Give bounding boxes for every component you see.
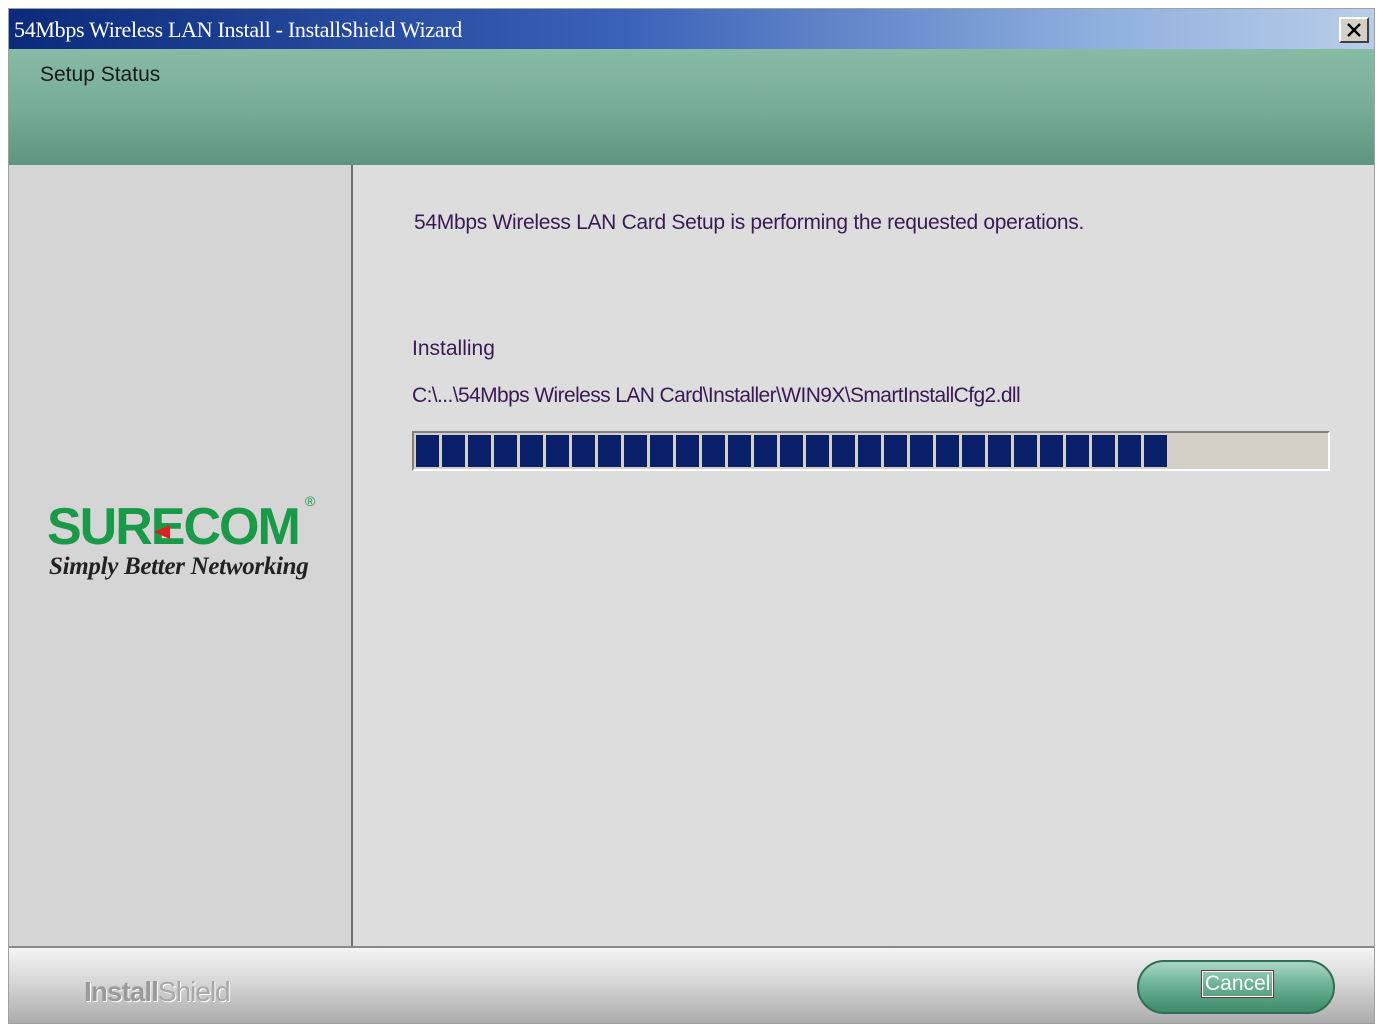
installshield-brand-bold: Install	[84, 976, 159, 1007]
progress-bar	[412, 431, 1330, 471]
page-title: Setup Status	[40, 63, 161, 86]
close-button[interactable]	[1339, 17, 1369, 43]
close-icon	[1347, 23, 1361, 37]
footer-bar: InstallShield Cancel	[9, 946, 1374, 1023]
title-bar[interactable]: 54Mbps Wireless LAN Install - InstallShi…	[9, 9, 1374, 49]
operation-label: Installing	[412, 337, 495, 360]
left-branding-panel: SURECOM ® Simply Better Networking	[9, 165, 353, 946]
logo-tagline: Simply Better Networking	[49, 553, 309, 580]
main-content-panel: 54Mbps Wireless LAN Card Setup is perfor…	[353, 165, 1374, 946]
window-title: 54Mbps Wireless LAN Install - InstallShi…	[14, 17, 463, 42]
cancel-button[interactable]: Cancel	[1137, 960, 1335, 1014]
logo-word: SURECOM	[47, 498, 301, 556]
installshield-brand-light: Shield	[157, 976, 231, 1007]
header-band: Setup Status	[9, 49, 1374, 165]
progress-bar-fill	[416, 435, 1167, 467]
cancel-button-label: Cancel	[1200, 970, 1275, 998]
status-message: 54Mbps Wireless LAN Card Setup is perfor…	[414, 211, 1085, 234]
arrow-left-icon	[154, 525, 170, 539]
installshield-brand: InstallShield	[84, 976, 231, 1008]
current-file-path: C:\...\54Mbps Wireless LAN Card\Installe…	[412, 384, 1021, 407]
installer-window: 54Mbps Wireless LAN Install - InstallShi…	[8, 8, 1375, 1024]
registered-mark: ®	[305, 493, 316, 509]
surecom-logo: SURECOM ® Simply Better Networking	[47, 493, 337, 599]
